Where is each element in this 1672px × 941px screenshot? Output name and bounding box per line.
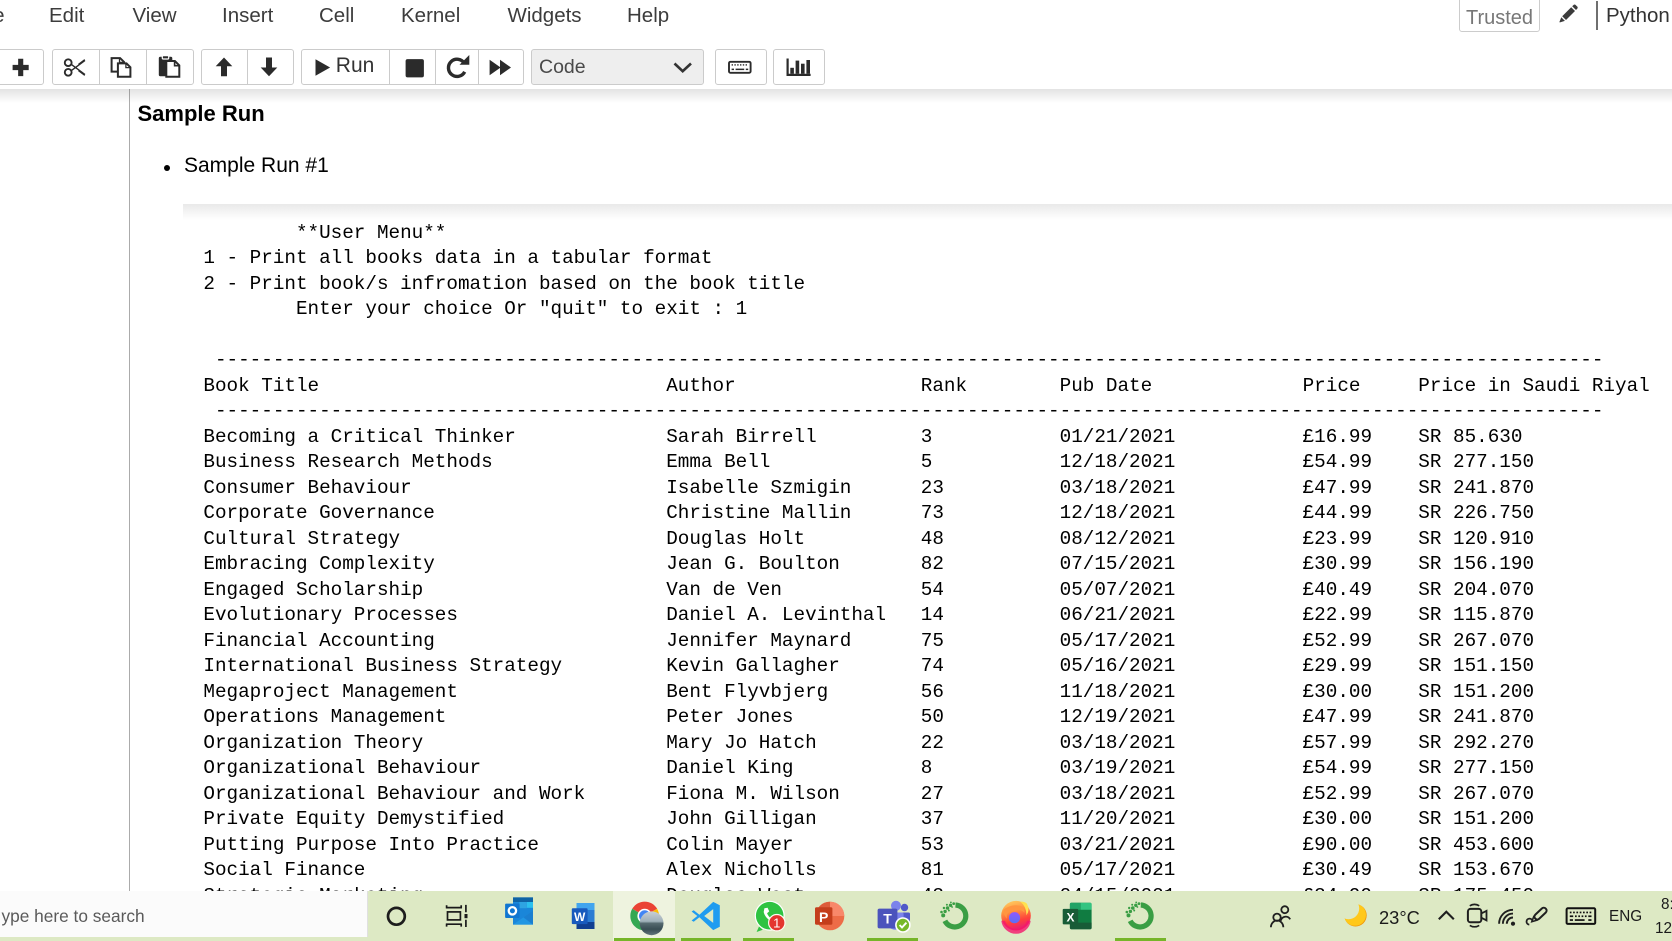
svg-text:X: X bbox=[1066, 910, 1074, 924]
svg-text:P: P bbox=[819, 909, 828, 925]
svg-text:1: 1 bbox=[773, 915, 780, 930]
svg-text:T: T bbox=[883, 911, 892, 927]
svg-text:W: W bbox=[574, 910, 586, 924]
